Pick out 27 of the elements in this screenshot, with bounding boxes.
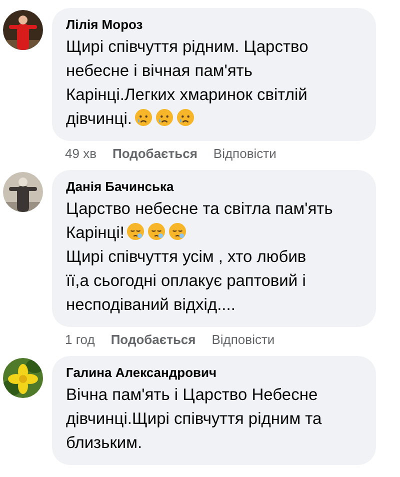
comment-text: Карінці.Легких хмаринок світлій	[66, 86, 308, 104]
comment-text: дівчинці.	[66, 110, 132, 128]
crying-face-icon	[154, 108, 174, 127]
comment-time[interactable]: 49 хв	[65, 145, 96, 162]
sleepy-face-icon	[147, 222, 166, 241]
comment-text: Щирі співчуття усім , хто любив	[66, 248, 306, 266]
author-name[interactable]: Лілія Мороз	[66, 16, 362, 34]
comment-text: несподіваний відхід....	[66, 296, 236, 314]
sleepy-face-icon	[126, 222, 146, 241]
sleepy-face-icon	[168, 222, 188, 241]
reply-link[interactable]: Відповісти	[213, 145, 276, 162]
comment-text: Щирі співчуття рідним. Царство	[66, 38, 308, 56]
comment-text: Царство небесне та світла пам'ять	[66, 200, 333, 218]
author-name[interactable]: Данія Бачинська	[66, 178, 362, 196]
crying-face-icon	[134, 108, 153, 127]
comment-text: близьким.	[66, 434, 142, 452]
comment-text: її,а сьогодні оплакує раптовий і	[66, 272, 306, 290]
comment-text: небесне і вічная пам'ять	[66, 62, 252, 80]
like-link[interactable]: Подобається	[112, 145, 198, 162]
crying-face-icon	[176, 108, 195, 127]
author-name[interactable]: Галина Александрович	[66, 364, 362, 382]
comment-text: дівчинці.Щирі співчуття рідним та	[66, 410, 322, 428]
reply-link[interactable]: Відповісти	[212, 331, 275, 348]
like-link[interactable]: Подобається	[110, 331, 196, 348]
comment-text: Карінці!	[66, 224, 124, 242]
comment-text: Вічна пам'ять і Царство Небесне	[66, 386, 318, 404]
comment-time[interactable]: 1 год	[65, 331, 95, 348]
